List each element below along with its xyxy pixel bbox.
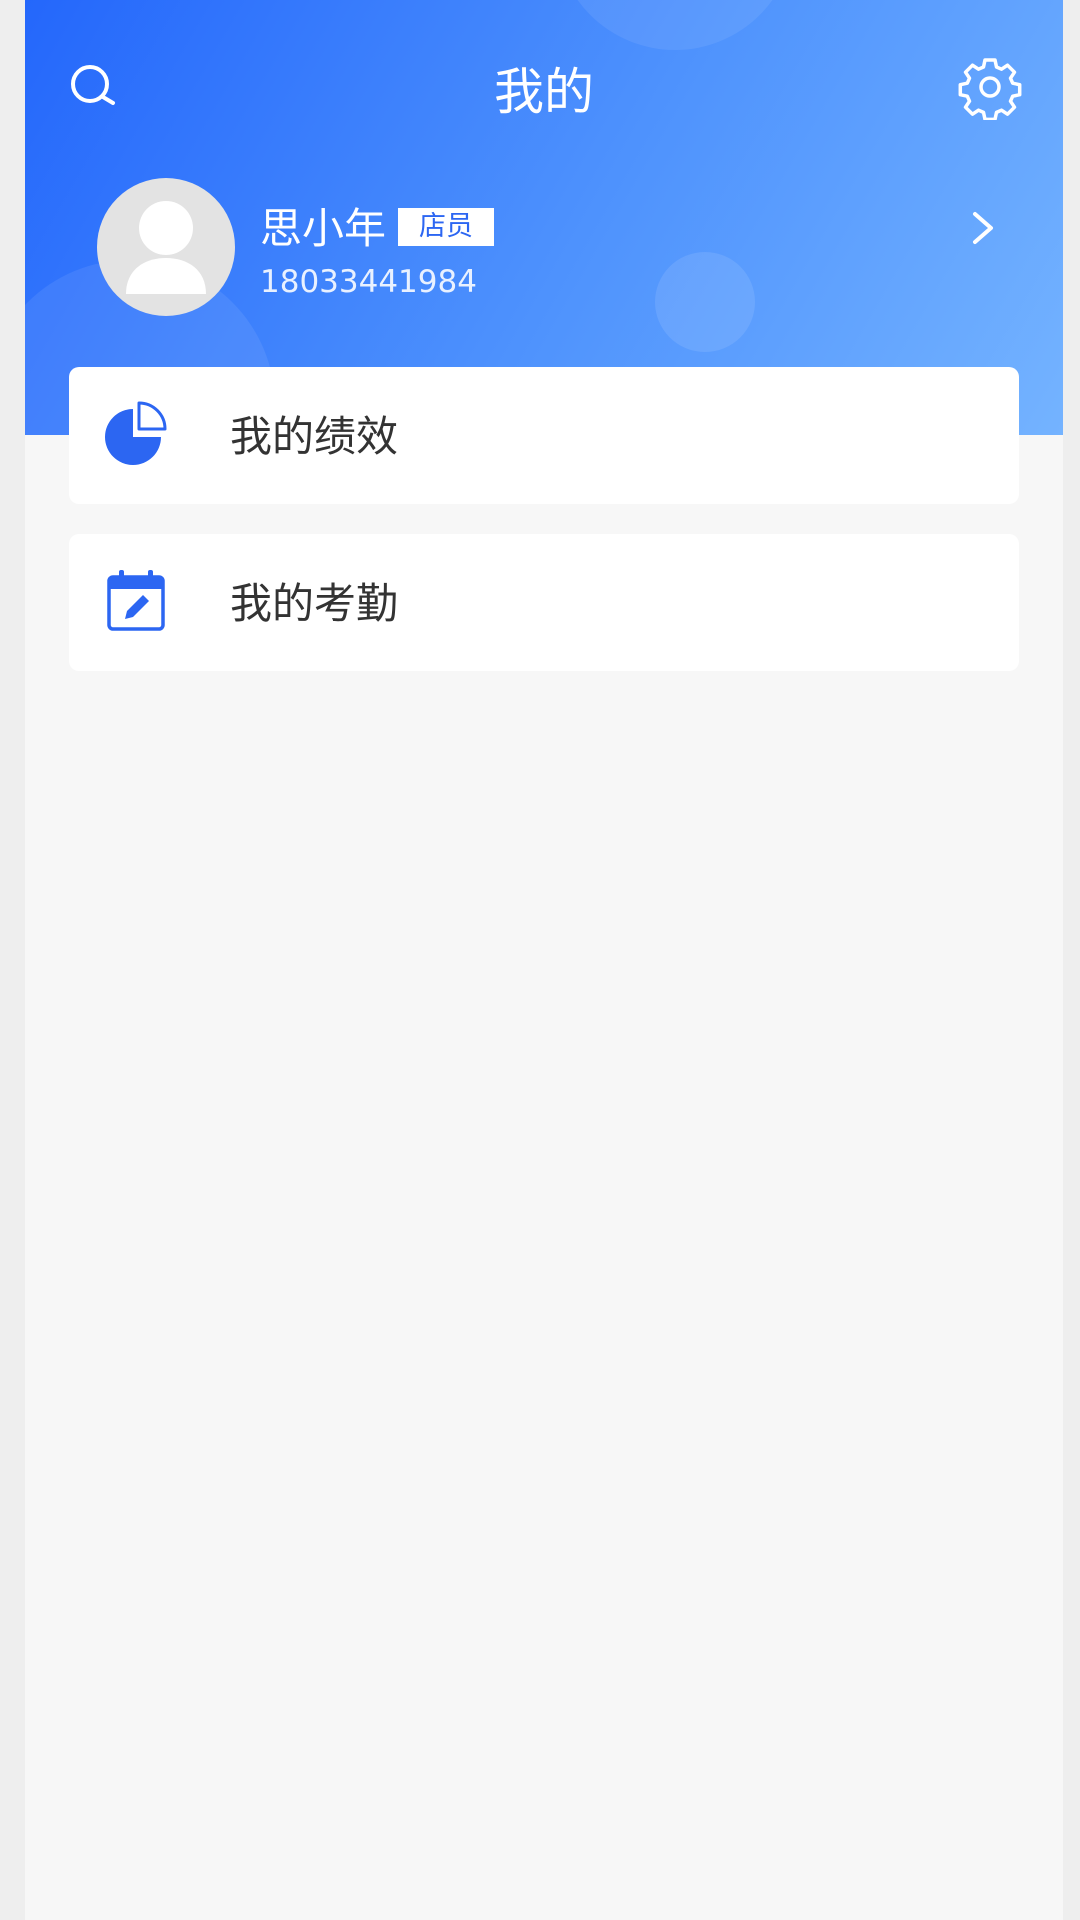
avatar [97, 178, 235, 316]
menu-item-performance[interactable]: 我的绩效 [69, 367, 1019, 504]
role-badge: 店员 [398, 208, 494, 246]
decor-circle [555, 0, 795, 50]
menu-icon-wrap [105, 568, 167, 632]
page-title: 我的 [494, 63, 594, 121]
settings-button[interactable] [957, 54, 1023, 122]
menu-label-performance: 我的绩效 [230, 412, 399, 461]
gear-icon [958, 58, 1022, 122]
user-phone: 18033441984 [260, 264, 477, 300]
chevron-right-icon [973, 212, 993, 244]
menu-label-attendance: 我的考勤 [230, 579, 399, 628]
profile-row[interactable]: 思小年 店员 18033441984 [97, 178, 1037, 318]
profile-arrow[interactable] [965, 206, 1001, 250]
user-silhouette-icon [126, 201, 206, 294]
menu-item-attendance[interactable]: 我的考勤 [69, 534, 1019, 671]
my-page: 我的 思小年 店员 18033441984 我的绩效 我的考勤 [25, 0, 1063, 1920]
pie-chart-icon [105, 401, 167, 465]
calendar-edit-icon [107, 570, 165, 631]
menu-icon-wrap [105, 401, 167, 465]
user-name: 思小年 [260, 204, 387, 253]
